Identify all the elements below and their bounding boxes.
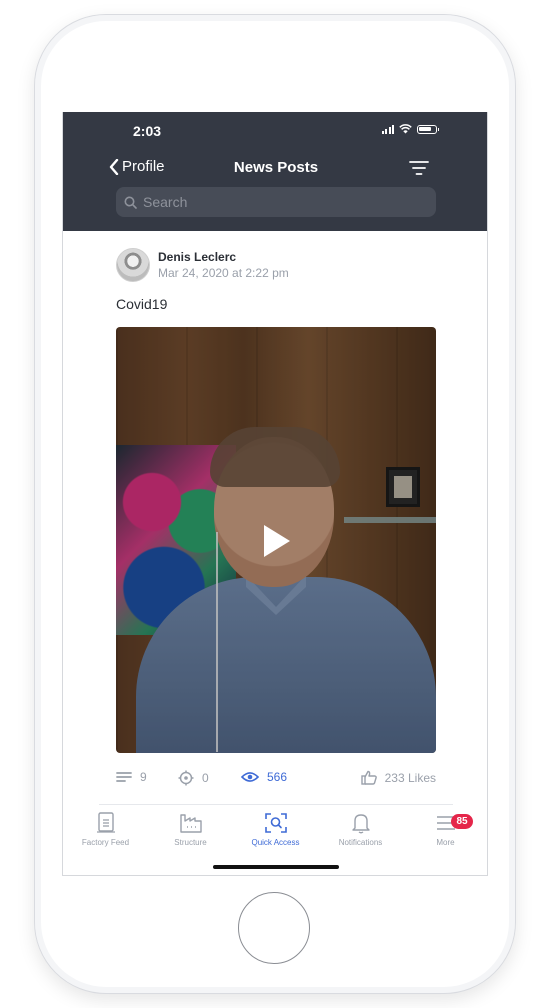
video-player[interactable] <box>116 327 436 753</box>
author-meta: Denis Leclerc Mar 24, 2020 at 2:22 pm <box>158 250 289 280</box>
tab-notifications[interactable]: Notifications <box>318 812 403 847</box>
wifi-icon <box>399 124 412 134</box>
tab-label: Structure <box>174 838 207 847</box>
search-icon <box>124 196 137 209</box>
tab-label: Notifications <box>338 838 383 847</box>
app-header: 2:03 Profile News Posts <box>63 112 487 231</box>
signal-icon <box>381 124 394 134</box>
play-icon[interactable] <box>264 525 290 557</box>
views-count: 566 <box>267 770 288 784</box>
likes-stat[interactable]: 233 Likes <box>360 770 436 785</box>
eye-icon <box>241 772 259 782</box>
notification-badge: 85 <box>451 814 473 829</box>
factory-icon <box>179 814 202 833</box>
tab-more[interactable]: More 85 <box>403 812 487 847</box>
comments-stat[interactable]: 9 <box>116 770 147 784</box>
app-screen: 2:03 Profile News Posts Search Denis Lec… <box>62 112 488 876</box>
post-stats: 9 0 566 233 Likes <box>116 770 436 790</box>
targets-stat[interactable]: 0 <box>178 770 209 786</box>
post-date: Mar 24, 2020 at 2:22 pm <box>158 266 289 280</box>
status-time: 2:03 <box>133 123 162 139</box>
tab-bar: Factory Feed Structure Quick Access Noti… <box>63 806 487 856</box>
tab-quick-access[interactable]: Quick Access <box>233 812 318 847</box>
home-indicator <box>213 865 339 869</box>
target-icon <box>178 770 194 786</box>
comments-icon <box>116 772 132 782</box>
battery-icon <box>417 124 439 134</box>
tabbar-divider <box>99 804 453 805</box>
author-name[interactable]: Denis Leclerc <box>158 250 289 264</box>
status-icons <box>381 124 439 134</box>
tab-factory-feed[interactable]: Factory Feed <box>63 812 148 847</box>
post-text: Covid19 <box>116 296 168 312</box>
targets-count: 0 <box>202 771 209 785</box>
search-bar[interactable] <box>116 187 436 217</box>
scan-icon <box>264 813 287 833</box>
tab-label: Quick Access <box>251 838 300 847</box>
filter-icon[interactable] <box>409 160 429 176</box>
likes-count: 233 Likes <box>384 770 436 785</box>
tab-label: More <box>436 838 455 847</box>
comments-count: 9 <box>140 770 147 784</box>
avatar[interactable] <box>116 248 150 282</box>
views-stat[interactable]: 566 <box>241 770 287 784</box>
home-button[interactable] <box>238 892 310 964</box>
search-input[interactable] <box>143 194 423 210</box>
tab-label: Factory Feed <box>81 838 130 847</box>
tab-structure[interactable]: Structure <box>148 812 233 847</box>
thumbs-up-icon <box>360 770 377 785</box>
post-author[interactable]: Denis Leclerc Mar 24, 2020 at 2:22 pm <box>116 248 289 282</box>
feed-icon <box>96 812 115 833</box>
bell-icon <box>351 814 370 834</box>
